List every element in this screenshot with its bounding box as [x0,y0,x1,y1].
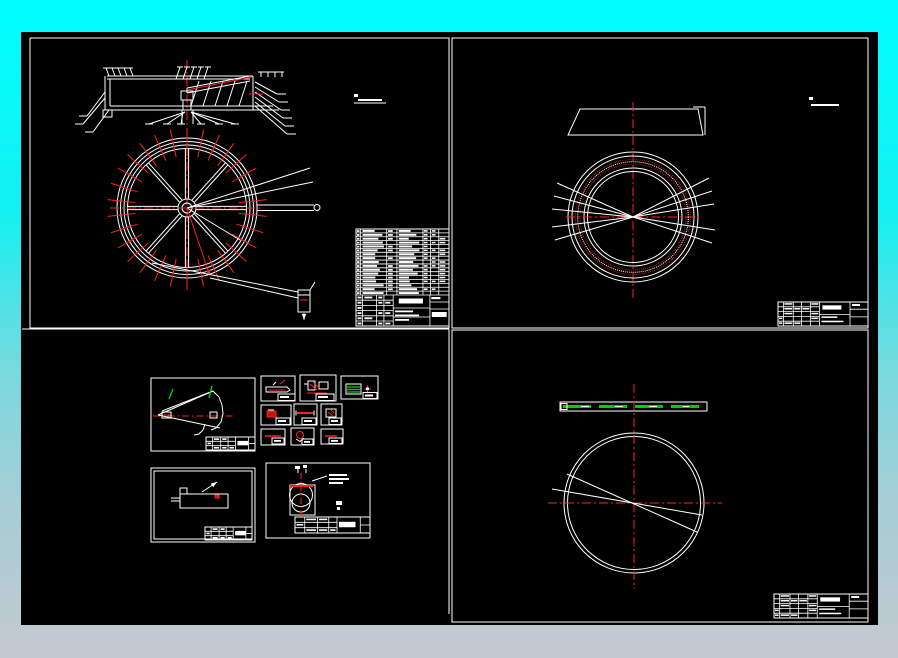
tl-section-view [75,66,296,135]
cad-drawing-canvas [21,32,878,625]
tl-bom-table [355,228,450,327]
tl-annotation-note [354,94,386,104]
br-disc-plan [548,384,722,589]
tr-annotation-note [809,97,839,106]
sheet-frames [22,37,869,623]
tl-wheel-plan [107,128,321,320]
desktop-background [0,0,898,658]
bl-part-boxes [260,374,379,446]
bl-valve-detail [265,462,371,539]
br-title-block [773,593,869,619]
bl-bracket-detail [150,467,256,543]
tr-ring-plan [551,151,716,283]
cad-drawing-sheets [22,37,869,623]
bl-sector-detail [150,377,256,452]
tr-title-block [777,301,869,327]
